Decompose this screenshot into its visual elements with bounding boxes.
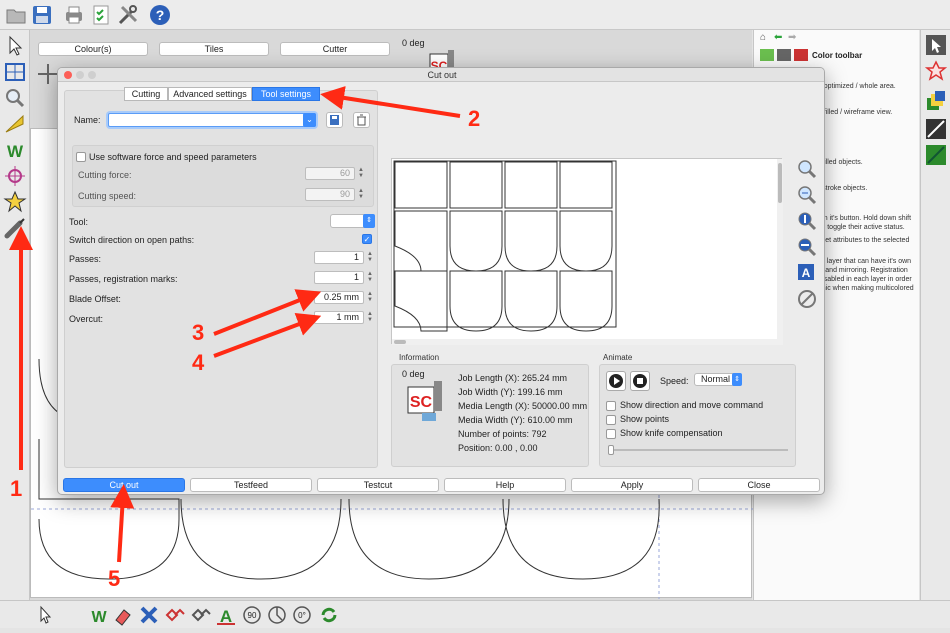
annotation-number-3: 3: [192, 320, 205, 345]
annotation-arrow-4: [213, 312, 322, 358]
annotation-number-2: 2: [468, 106, 481, 131]
annotation-number-1: 1: [10, 476, 23, 501]
annotation-number-5: 5: [108, 566, 121, 591]
annotation-arrow-5: [110, 484, 135, 563]
annotation-arrow-3: [213, 289, 322, 336]
annotation-arrows: [9, 85, 461, 563]
annotation-arrow-2: [320, 85, 461, 118]
annotation-number-4: 4: [192, 350, 205, 375]
